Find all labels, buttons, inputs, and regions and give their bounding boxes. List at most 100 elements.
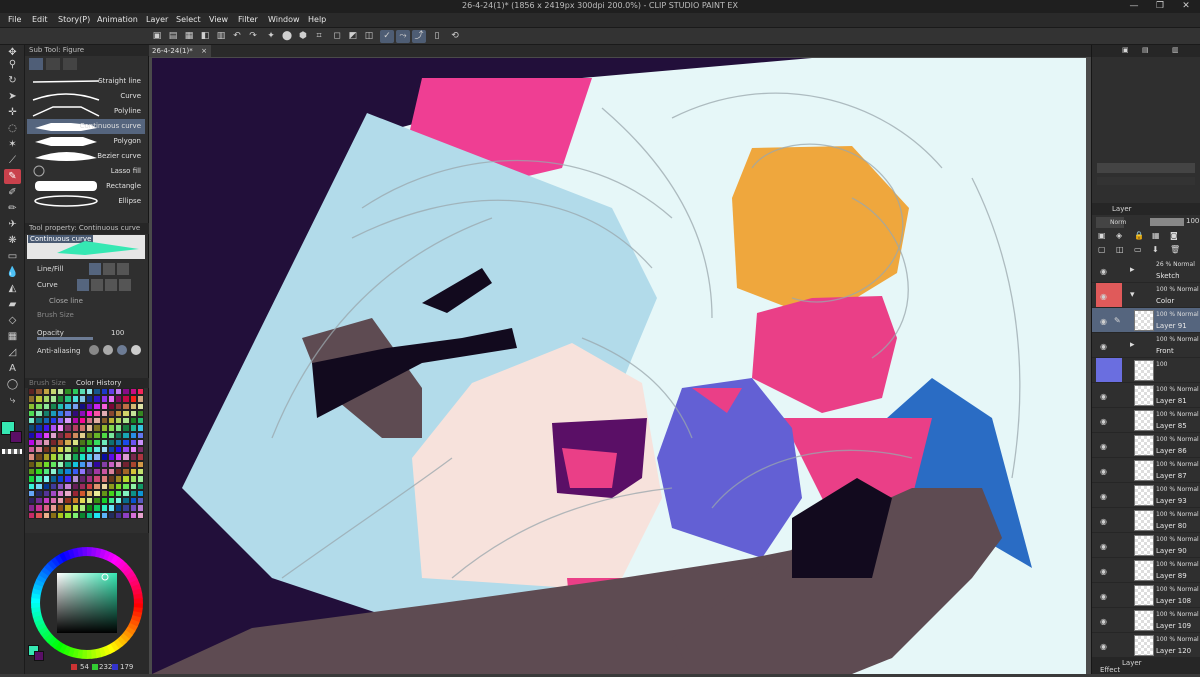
palette-swatch[interactable] <box>49 482 57 490</box>
palette-swatch[interactable] <box>35 453 43 461</box>
palette-swatch[interactable] <box>49 402 57 410</box>
palette-swatch[interactable] <box>64 438 72 447</box>
pen-icon[interactable]: ✐ <box>4 185 21 200</box>
palette-swatch[interactable] <box>42 438 50 447</box>
palette-swatch[interactable] <box>35 409 43 418</box>
palette-swatch[interactable] <box>42 409 50 418</box>
palette-swatch[interactable] <box>64 453 72 461</box>
operation-icon[interactable]: ✛ <box>4 105 21 120</box>
subtool-curve[interactable]: Curve <box>27 89 145 104</box>
layer-row-layer-93[interactable]: ◉ 100 % Normal Layer 93 <box>1092 483 1200 508</box>
visibility-eye-icon[interactable]: ◉ <box>1100 642 1107 651</box>
subtool-lasso-fill[interactable]: Lasso fill <box>27 164 145 179</box>
palette-swatch[interactable] <box>42 460 50 469</box>
palette-swatch[interactable] <box>35 475 43 483</box>
select-none-icon[interactable]: ◻ <box>330 30 344 43</box>
palette-swatch[interactable] <box>28 475 36 483</box>
palette-swatch[interactable] <box>49 424 57 432</box>
palette-swatch[interactable] <box>35 417 43 425</box>
palette-swatch[interactable] <box>71 431 79 439</box>
visibility-eye-icon[interactable]: ◉ <box>1100 392 1107 401</box>
palette-swatch[interactable] <box>49 511 57 519</box>
close-line-row[interactable]: Close line <box>27 294 145 309</box>
device-icon[interactable]: ▯ <box>430 30 444 43</box>
subtool-rectangle[interactable]: Rectangle <box>27 179 145 194</box>
palette-swatch[interactable] <box>42 497 50 505</box>
layer-row-layer-89[interactable]: ◉ 100 % Normal Layer 89 <box>1092 558 1200 583</box>
new-vector-layer-icon[interactable]: ◫ <box>1116 245 1124 254</box>
palette-swatch[interactable] <box>115 460 123 469</box>
palette-swatch[interactable] <box>78 460 86 469</box>
correct-line-icon[interactable]: ⤷ <box>4 393 21 408</box>
palette-swatch[interactable] <box>136 475 144 483</box>
menu-story[interactable]: Story(P) <box>58 14 90 26</box>
palette-swatch[interactable] <box>78 388 86 396</box>
palette-swatch[interactable] <box>28 409 36 418</box>
aa-medium-icon[interactable] <box>117 345 127 355</box>
palette-swatch[interactable] <box>49 460 57 469</box>
palette-swatch[interactable] <box>35 468 43 476</box>
palette-swatch[interactable] <box>107 453 115 461</box>
new-document-icon[interactable]: ▣ <box>150 30 164 43</box>
menu-edit[interactable]: Edit <box>32 14 48 26</box>
palette-swatch[interactable] <box>42 489 50 498</box>
visibility-eye-icon[interactable]: ◉ <box>1100 467 1107 476</box>
palette-swatch[interactable] <box>115 497 123 505</box>
menu-view[interactable]: View <box>209 14 228 26</box>
palette-swatch[interactable] <box>100 446 108 454</box>
layer-opacity-slider[interactable] <box>1150 218 1184 226</box>
palette-swatch[interactable] <box>122 409 130 418</box>
visibility-eye-icon[interactable]: ◉ <box>1100 517 1107 526</box>
blend-icon[interactable]: 💧 <box>4 265 21 280</box>
palette-swatch[interactable] <box>28 417 36 425</box>
palette-swatch[interactable] <box>49 417 57 425</box>
palette-swatch[interactable] <box>35 504 43 512</box>
palette-swatch[interactable] <box>42 504 50 512</box>
mask-icon[interactable]: ◙ <box>1170 231 1178 240</box>
palette-swatch[interactable] <box>57 395 65 403</box>
effect-label[interactable]: Effect <box>1100 666 1120 674</box>
palette-swatch[interactable] <box>136 453 144 461</box>
palette-swatch[interactable] <box>57 482 65 490</box>
palette-swatch[interactable] <box>71 388 79 396</box>
palette-swatch[interactable] <box>57 468 65 476</box>
palette-swatch[interactable] <box>115 511 123 519</box>
palette-swatch[interactable] <box>57 511 65 519</box>
palette-swatch[interactable] <box>57 489 65 498</box>
palette-swatch[interactable] <box>57 438 65 447</box>
palette-swatch[interactable] <box>49 497 57 505</box>
crop-icon[interactable]: ⌗ <box>312 30 326 43</box>
palette-swatch[interactable] <box>64 504 72 512</box>
new-raster-layer-icon[interactable]: ▢ <box>1098 245 1106 254</box>
palette-swatch[interactable] <box>71 504 79 512</box>
palette-swatch[interactable] <box>93 409 101 418</box>
palette-swatch[interactable] <box>78 438 86 447</box>
palette-swatch[interactable] <box>107 424 115 432</box>
palette-swatch[interactable] <box>28 489 36 498</box>
palette-swatch[interactable] <box>71 409 79 418</box>
line-and-fill-mode-icon[interactable] <box>117 263 129 275</box>
palette-swatch[interactable] <box>49 438 57 447</box>
palette-swatch[interactable] <box>78 497 86 505</box>
palette-swatch[interactable] <box>93 431 101 439</box>
palette-swatch[interactable] <box>93 424 101 432</box>
folder-icon[interactable]: ▸ <box>1130 265 1135 275</box>
palette-swatch[interactable] <box>129 424 137 432</box>
palette-swatch[interactable] <box>49 409 57 418</box>
palette-swatch[interactable] <box>57 402 65 410</box>
palette-swatch[interactable] <box>35 497 43 505</box>
palette-swatch[interactable] <box>71 497 79 505</box>
layer-row-layer-109[interactable]: ◉ 100 % Normal Layer 109 <box>1092 608 1200 633</box>
zoom-icon[interactable]: ⚲ <box>4 57 21 72</box>
palette-swatch[interactable] <box>86 511 94 519</box>
visibility-eye-icon[interactable]: ◉ <box>1100 417 1107 426</box>
palette-swatch[interactable] <box>93 453 101 461</box>
palette-swatch[interactable] <box>129 504 137 512</box>
palette-swatch[interactable] <box>71 424 79 432</box>
palette-swatch[interactable] <box>42 453 50 461</box>
palette-swatch[interactable] <box>122 388 130 396</box>
palette-swatch[interactable] <box>57 504 65 512</box>
palette-swatch[interactable] <box>49 446 57 454</box>
opacity-slider[interactable] <box>37 337 93 340</box>
palette-swatch[interactable] <box>107 438 115 447</box>
